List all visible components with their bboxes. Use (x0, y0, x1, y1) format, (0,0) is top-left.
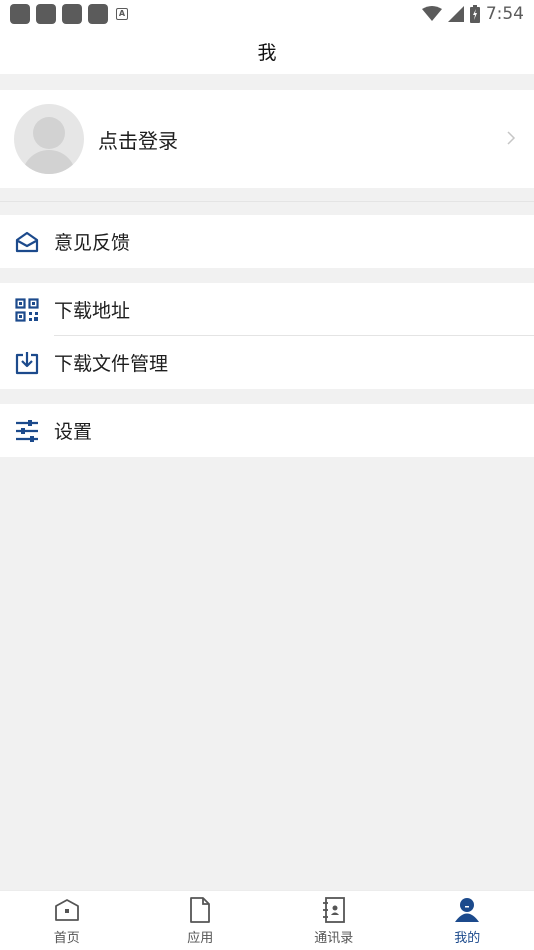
settings-label: 设置 (54, 421, 93, 443)
person-icon (453, 896, 481, 924)
tab-contacts[interactable]: 通讯录 (267, 891, 401, 950)
signal-icon (447, 6, 464, 22)
qrcode-icon (14, 297, 40, 323)
tab-label: 我的 (454, 931, 481, 946)
feedback-label: 意见反馈 (54, 232, 131, 254)
contacts-icon (320, 896, 348, 924)
clock: 7:54 (485, 4, 524, 24)
menu-item-feedback[interactable]: 意见反馈 (0, 215, 534, 268)
avatar-head (33, 117, 65, 149)
download-address-label: 下载地址 (54, 300, 131, 322)
document-icon (186, 896, 214, 924)
download-icon (14, 350, 40, 376)
screen: A 7:54 我 点击登录 意见反馈 下载地址 下载文件管理 设置 首页 应用 … (0, 0, 534, 950)
bottom-tab-bar: 首页 应用 通讯录 我的 (0, 890, 534, 950)
feedback-group: 意见反馈 (0, 201, 534, 268)
sliders-icon (14, 418, 40, 444)
avatar-body (22, 150, 76, 174)
menu-item-download-files[interactable]: 下载文件管理 (0, 336, 534, 389)
wifi-icon (421, 6, 442, 21)
download-group: 下载地址 下载文件管理 (0, 283, 534, 389)
tab-home[interactable]: 首页 (0, 891, 134, 950)
a-notification-icon: A (116, 8, 128, 20)
tab-apps[interactable]: 应用 (134, 891, 268, 950)
tab-label: 首页 (53, 931, 80, 946)
settings-group: 设置 (0, 404, 534, 457)
menu-item-download-address[interactable]: 下载地址 (0, 283, 534, 336)
login-row[interactable]: 点击登录 (0, 90, 534, 188)
login-label: 点击登录 (98, 128, 178, 153)
page-header: 我 (0, 28, 534, 74)
battery-icon (469, 5, 480, 23)
tab-label: 通讯录 (314, 931, 354, 946)
chevron-right-icon (507, 131, 516, 145)
home-icon (53, 896, 81, 924)
download-files-label: 下载文件管理 (54, 353, 169, 375)
tab-mine[interactable]: 我的 (401, 891, 534, 950)
notification-icon (36, 4, 56, 24)
page-title: 我 (257, 41, 277, 64)
notification-icon (88, 4, 108, 24)
notification-icon (62, 4, 82, 24)
notification-icons: A (10, 4, 128, 24)
mail-icon (14, 229, 40, 255)
notification-icon (10, 4, 30, 24)
system-indicators: 7:54 (421, 4, 524, 24)
avatar (14, 104, 84, 174)
status-bar: A 7:54 (0, 0, 534, 28)
menu-item-settings[interactable]: 设置 (0, 404, 534, 457)
tab-label: 应用 (187, 931, 214, 946)
